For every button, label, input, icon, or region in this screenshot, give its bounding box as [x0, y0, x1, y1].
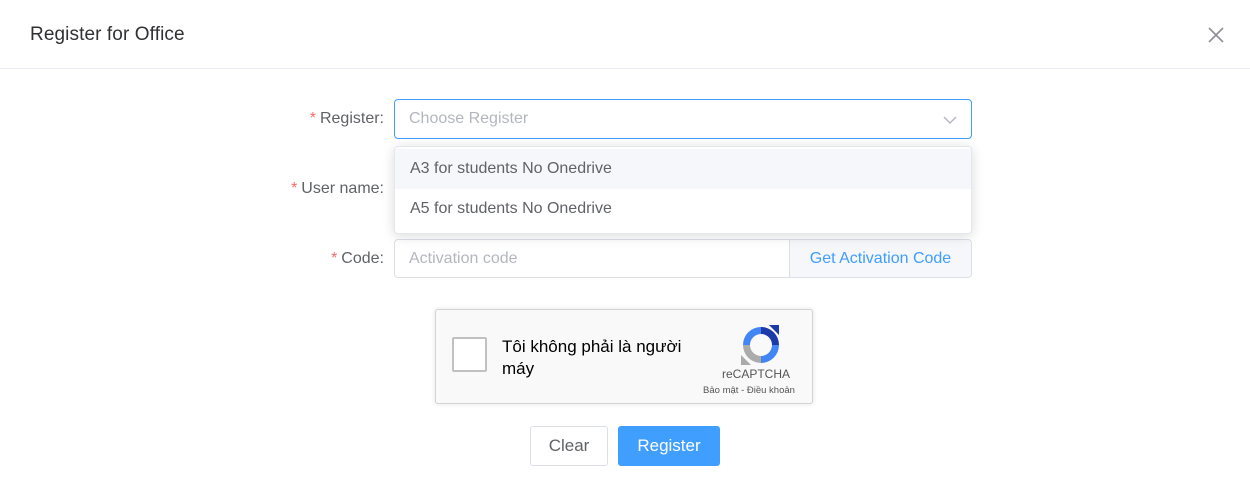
get-activation-code-button[interactable]: Get Activation Code	[789, 240, 971, 277]
code-label: * Code:	[331, 250, 384, 267]
recaptcha-logo-icon	[741, 325, 779, 365]
dialog-header: Register for Office	[0, 0, 1250, 69]
recaptcha-widget: Tôi không phải là người máy reCAPTCHA Bả…	[435, 309, 813, 404]
code-field-group: Get Activation Code	[394, 239, 972, 278]
recaptcha-brand: reCAPTCHA	[721, 367, 790, 381]
register-select[interactable]: Choose Register	[394, 99, 972, 139]
recaptcha-checkbox[interactable]	[452, 337, 487, 372]
dropdown-option[interactable]: A3 for students No Onedrive	[395, 149, 971, 189]
register-button[interactable]: Register	[618, 426, 720, 466]
clear-button[interactable]: Clear	[530, 426, 608, 466]
recaptcha-links[interactable]: Bảo mật - Điều khoản	[694, 385, 804, 396]
register-dialog: Register for Office * Register: Choose Re…	[0, 0, 1250, 495]
required-mark: *	[291, 180, 298, 197]
register-select-placeholder: Choose Register	[409, 110, 529, 127]
close-icon[interactable]	[1205, 24, 1227, 46]
register-label: * Register:	[309, 110, 384, 127]
required-mark: *	[331, 250, 338, 267]
register-dropdown: A3 for students No Onedrive A5 for stude…	[394, 146, 972, 234]
dialog-title: Register for Office	[30, 24, 185, 45]
username-label: * User name:	[291, 180, 384, 197]
chevron-down-icon	[943, 116, 957, 124]
activation-code-input[interactable]	[395, 240, 789, 277]
required-mark: *	[309, 110, 316, 127]
dropdown-option[interactable]: A5 for students No Onedrive	[395, 189, 971, 229]
recaptcha-text: Tôi không phải là người máy	[502, 337, 682, 378]
